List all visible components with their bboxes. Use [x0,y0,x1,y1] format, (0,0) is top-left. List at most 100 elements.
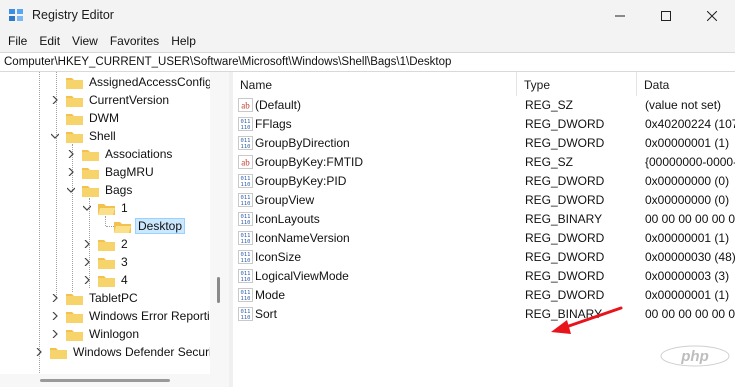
chevron-right-icon[interactable] [50,329,60,339]
tree-item[interactable]: 2 [82,235,130,253]
tree-item-label: AssignedAccessConfigu [89,75,219,89]
maximize-button[interactable] [643,0,689,31]
value-row[interactable]: 011 110 Mode REG_DWORD 0x00000001 (1) [233,286,735,305]
tree-item[interactable]: Associations [66,145,174,163]
string-value-icon: ab [238,155,253,169]
folder-icon [82,185,99,197]
column-header-data[interactable]: Data [637,72,735,96]
tree-item-selected[interactable]: Desktop [98,217,186,235]
value-row[interactable]: ab GroupByKey:FMTID REG_SZ {00000000-0000-0 [233,153,735,172]
folder-icon [66,77,83,89]
menu-help[interactable]: Help [165,31,202,51]
tree-item[interactable]: Windows Defender Securit [34,343,217,361]
chevron-down-icon[interactable] [50,131,60,141]
tree-item[interactable]: Windows Error Reportin [50,307,218,325]
chevron-right-icon[interactable] [50,311,60,321]
value-data: (value not set) [645,98,722,112]
chevron-right-icon[interactable] [82,275,92,285]
chevron-right-icon[interactable] [50,95,60,105]
column-header-name[interactable]: Name [233,72,517,96]
value-data: 0x00000001 (1) [645,288,730,302]
menu-edit[interactable]: Edit [33,31,66,51]
value-row[interactable]: 011 110 IconNameVersion REG_DWORD 0x00000001… [233,229,735,248]
tree-item-label: Windows Error Reportin [89,309,217,323]
value-row[interactable]: 011 110 GroupByKey:PID REG_DWORD 0x00000000 … [233,172,735,191]
values-list[interactable]: Name Type Data ab (Default) REG_SZ (value n… [233,72,735,387]
value-row[interactable]: 011 110 IconLayouts REG_BINARY 00 00 00 00 0… [233,210,735,229]
menu-view[interactable]: View [66,31,104,51]
menu-file[interactable]: File [2,31,33,51]
value-row[interactable]: 011 110 LogicalViewMode REG_DWORD 0x00000003… [233,267,735,286]
scrollbar-thumb[interactable] [40,379,170,382]
tree-item[interactable]: 4 [82,271,130,289]
tree-item[interactable]: Bags [66,181,134,199]
key-tree[interactable]: AssignedAccessConfigu CurrentVersion DWM… [0,72,229,387]
value-name: GroupByKey:FMTID [255,155,364,169]
tree-horizontal-scrollbar[interactable] [0,374,229,387]
value-row[interactable]: 011 110 Sort REG_BINARY 00 00 00 00 00 00 [233,305,735,324]
tree-item[interactable]: CurrentVersion [50,91,171,109]
chevron-right-icon[interactable] [82,257,92,267]
value-row[interactable]: 011110FFlags REG_DWORD 0x40200224 (1075 [233,115,735,134]
value-row[interactable]: ab (Default) REG_SZ (value not set) [233,96,735,115]
window-title: Registry Editor [32,8,114,22]
tree-item[interactable]: AssignedAccessConfigu [50,73,220,91]
value-type: REG_DWORD [525,117,605,131]
tree-item[interactable]: DWM [50,109,121,127]
value-data: {00000000-0000-0 [645,155,735,169]
tree-item-label: TabletPC [89,291,138,305]
tree-item[interactable]: 3 [82,253,130,271]
svg-text:110: 110 [241,201,251,207]
tree-item[interactable]: 1 [82,199,130,217]
folder-icon [66,131,83,143]
tree-item[interactable]: Winlogon [50,325,141,343]
tree-item[interactable]: TabletPC [50,289,140,307]
chevron-right-icon[interactable] [66,149,76,159]
folder-icon [82,149,99,161]
value-name: (Default) [255,98,302,112]
value-row[interactable]: 011 110 IconSize REG_DWORD 0x00000030 (48) [233,248,735,267]
menu-favorites[interactable]: Favorites [104,31,165,51]
tree-guide-line [39,72,40,387]
string-value-icon: ab [238,98,253,112]
value-name: IconNameVersion [255,231,350,245]
tree-item-label: Winlogon [89,327,140,341]
binary-value-icon: 011110 [238,288,253,302]
folder-icon [66,311,83,323]
chevron-down-icon[interactable] [82,203,92,213]
value-data: 00 00 00 00 00 00 [645,212,735,226]
chevron-right-icon[interactable] [50,293,60,303]
value-data: 0x00000030 (48) [645,250,735,264]
svg-text:110: 110 [241,277,251,283]
tree-item-label: Shell [89,129,116,143]
minimize-icon [615,15,625,16]
chevron-right-icon[interactable] [66,167,76,177]
folder-icon [66,329,83,341]
binary-value-icon: 011110 [238,212,253,226]
address-bar[interactable]: Computer\HKEY_CURRENT_USER\Software\Micr… [0,52,735,72]
tree-item[interactable]: BagMRU [66,163,156,181]
tree-vertical-scrollbar[interactable] [210,72,229,387]
chevron-right-icon[interactable] [82,239,92,249]
chevron-down-icon[interactable] [66,185,76,195]
tree-item[interactable]: Shell [50,127,118,145]
svg-text:110: 110 [241,296,251,302]
svg-text:110: 110 [241,125,251,131]
svg-text:110: 110 [241,258,251,264]
scrollbar-thumb[interactable] [217,277,220,303]
tree-item-label: 1 [121,201,128,215]
chevron-right-icon[interactable] [34,347,44,357]
column-header-type[interactable]: Type [517,72,637,96]
value-name: IconLayouts [255,212,320,226]
value-type: REG_DWORD [525,136,605,150]
minimize-button[interactable] [597,0,643,31]
svg-text:110: 110 [241,182,251,188]
binary-value-icon: 011110 [238,269,253,283]
value-row[interactable]: 011 110 GroupView REG_DWORD 0x00000000 (0) [233,191,735,210]
menu-bar: File Edit View Favorites Help [0,31,735,51]
value-name: LogicalViewMode [255,269,349,283]
close-button[interactable] [689,0,735,31]
value-row[interactable]: 011 110 GroupByDirection REG_DWORD 0x0000000… [233,134,735,153]
value-name: Mode [255,288,286,302]
